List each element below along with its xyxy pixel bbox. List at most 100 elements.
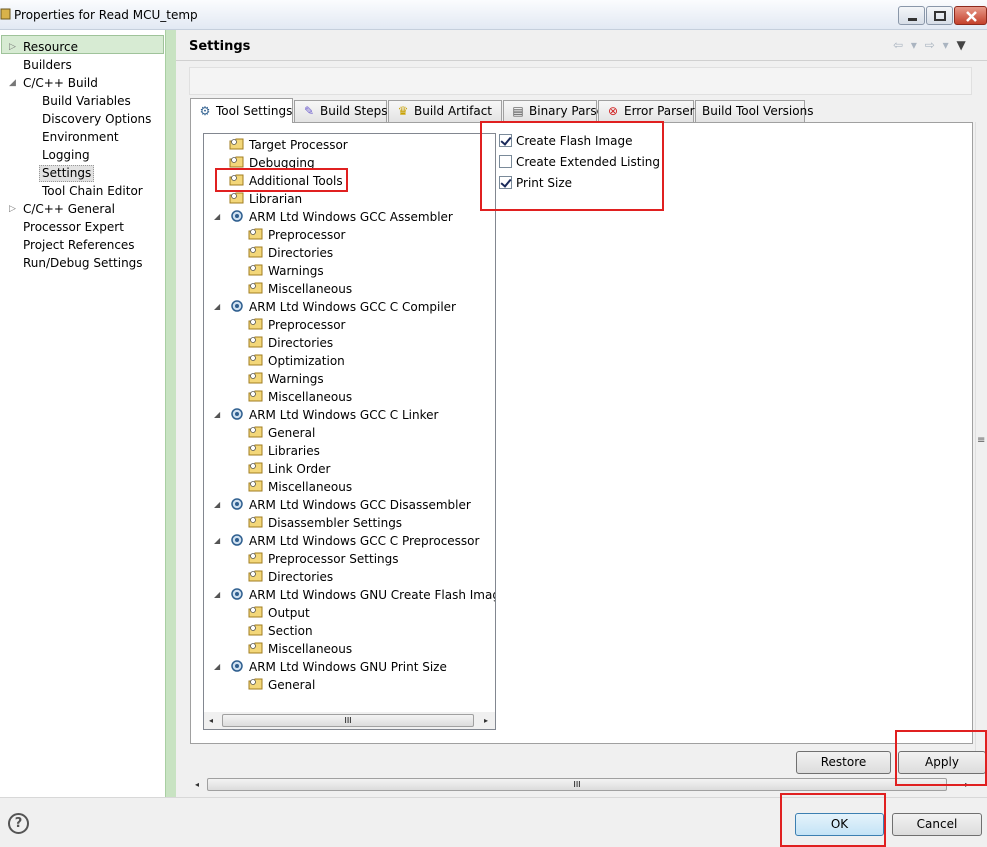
- checkbox[interactable]: [499, 176, 512, 189]
- tree-expander-icon[interactable]: ◢: [214, 532, 220, 550]
- nav-item-c-c-build[interactable]: C/C++ Build: [23, 75, 98, 92]
- tree-tool-node[interactable]: ARM Ltd Windows GCC Assembler: [229, 208, 453, 226]
- nav-item-run-debug-settings[interactable]: Run/Debug Settings: [23, 255, 143, 272]
- close-button[interactable]: [954, 6, 987, 25]
- page-horizontal-scrollbar[interactable]: ◂ III ▸: [190, 776, 975, 793]
- nav-item-c-c-general[interactable]: C/C++ General: [23, 201, 115, 218]
- page-title: Settings: [189, 39, 251, 54]
- tab-binary-parsers[interactable]: ▤ Binary Parsers: [503, 100, 615, 122]
- tree-node-label: Link Order: [268, 462, 331, 476]
- nav-item-tool-chain-editor[interactable]: Tool Chain Editor: [42, 183, 143, 200]
- tree-option-category[interactable]: Warnings: [248, 262, 324, 280]
- page-vertical-scrollbar[interactable]: ≡ ▾: [975, 122, 987, 772]
- tree-option-category[interactable]: Section: [248, 622, 313, 640]
- tree-horizontal-scrollbar[interactable]: ◂ III ▸: [204, 712, 495, 729]
- nav-item-settings[interactable]: Settings: [39, 165, 95, 182]
- tree-option-category[interactable]: General: [248, 424, 315, 442]
- forward-dropdown-icon[interactable]: ▾: [943, 38, 951, 52]
- option-create-extended-listing[interactable]: Create Extended Listing: [499, 152, 660, 172]
- folder-gear-icon: [248, 480, 263, 492]
- tab-tool-settings[interactable]: ⚙ Tool Settings: [190, 98, 293, 123]
- checkbox[interactable]: [499, 155, 512, 168]
- view-menu-icon[interactable]: ▼: [957, 38, 968, 52]
- tree-option-category[interactable]: Libraries: [248, 442, 320, 460]
- maximize-button[interactable]: [926, 6, 953, 25]
- tree-option-category[interactable]: Warnings: [248, 370, 324, 388]
- tree-option-category[interactable]: General: [248, 676, 315, 694]
- tree-option-category[interactable]: Miscellaneous: [248, 388, 352, 406]
- tree-node-label: Additional Tools: [249, 174, 343, 188]
- tab-build-tool-versions[interactable]: Build Tool Versions: [695, 100, 813, 122]
- tree-option-category[interactable]: Preprocessor: [248, 226, 345, 244]
- nav-item-builders[interactable]: Builders: [23, 57, 72, 74]
- tree-tool-node[interactable]: ARM Ltd Windows GCC Disassembler: [229, 496, 471, 514]
- tree-option-category[interactable]: Output: [248, 604, 310, 622]
- tree-tool-node[interactable]: ARM Ltd Windows GNU Create Flash Image: [229, 586, 495, 604]
- page-scroll-left-arrow-icon[interactable]: ◂: [190, 776, 204, 793]
- folder-gear-icon: [248, 246, 263, 258]
- cancel-button[interactable]: Cancel: [892, 813, 982, 836]
- tree-option-category[interactable]: Miscellaneous: [248, 640, 352, 658]
- scroll-right-arrow-icon[interactable]: ▸: [479, 712, 493, 729]
- tree-node-label: Librarian: [249, 192, 303, 206]
- tree-expander-icon[interactable]: ◢: [214, 406, 220, 424]
- scroll-left-arrow-icon[interactable]: ◂: [204, 712, 218, 729]
- tree-option-category[interactable]: Preprocessor: [248, 316, 345, 334]
- steps-icon: ✎: [303, 104, 315, 118]
- scroll-thumb[interactable]: III: [222, 714, 474, 727]
- tree-expander-icon[interactable]: ◢: [214, 298, 220, 316]
- tree-option-category[interactable]: Miscellaneous: [248, 280, 352, 298]
- checkbox-label: Print Size: [516, 176, 573, 190]
- tree-option-category[interactable]: Directories: [248, 244, 333, 262]
- nav-item-project-references[interactable]: Project References: [23, 237, 135, 254]
- tree-option-category[interactable]: Link Order: [248, 460, 331, 478]
- nav-item-build-variables[interactable]: Build Variables: [42, 93, 131, 110]
- tab-build-artifact[interactable]: ♛ Build Artifact: [388, 100, 502, 122]
- tree-tool-node[interactable]: ARM Ltd Windows GCC C Compiler: [229, 298, 456, 316]
- restore-defaults-button[interactable]: Restore Defaults: [796, 751, 891, 790]
- page-scroll-thumb[interactable]: III: [207, 778, 947, 791]
- tree-node-label: ARM Ltd Windows GNU Print Size: [249, 660, 447, 674]
- tree-option-category[interactable]: Directories: [248, 568, 333, 586]
- sash-divider[interactable]: [165, 30, 176, 797]
- nav-item-discovery-options[interactable]: Discovery Options: [42, 111, 151, 128]
- tab-error-parsers[interactable]: ⊗ Error Parsers: [598, 100, 701, 122]
- tree-option-category[interactable]: Librarian: [229, 190, 302, 208]
- apply-button[interactable]: Apply: [898, 751, 986, 774]
- tree-expander-icon[interactable]: ◢: [9, 75, 16, 92]
- page-scroll-right-arrow-icon[interactable]: ▸: [960, 776, 974, 793]
- option-print-size[interactable]: Print Size: [499, 173, 572, 193]
- tree-option-category[interactable]: Disassembler Settings: [248, 514, 402, 532]
- ok-button[interactable]: OK: [795, 813, 884, 836]
- tree-expander-icon[interactable]: ◢: [214, 496, 220, 514]
- tree-expander-icon[interactable]: ◢: [214, 208, 220, 226]
- nav-item-processor-expert[interactable]: Processor Expert: [23, 219, 124, 236]
- scroll-grip-icon[interactable]: ≡: [977, 435, 985, 446]
- tree-tool-node[interactable]: ARM Ltd Windows GCC C Preprocessor: [229, 532, 479, 550]
- minimize-button[interactable]: [898, 6, 925, 25]
- tree-option-category[interactable]: Debugging: [229, 154, 315, 172]
- tree-tool-node[interactable]: ARM Ltd Windows GCC C Linker: [229, 406, 438, 424]
- checkbox[interactable]: [499, 134, 512, 147]
- tree-expander-icon[interactable]: ◢: [214, 658, 220, 676]
- tree-option-category[interactable]: Target Processor: [229, 136, 348, 154]
- tree-option-category[interactable]: Optimization: [248, 352, 345, 370]
- tree-expander-icon[interactable]: ▷: [9, 39, 16, 56]
- back-arrow-icon[interactable]: ⇦: [893, 38, 905, 52]
- option-create-flash-image[interactable]: Create Flash Image: [499, 131, 633, 151]
- close-icon: [966, 11, 977, 22]
- tree-option-category[interactable]: Miscellaneous: [248, 478, 352, 496]
- tree-option-category[interactable]: Directories: [248, 334, 333, 352]
- nav-item-environment[interactable]: Environment: [42, 129, 119, 146]
- forward-arrow-icon[interactable]: ⇨: [925, 38, 937, 52]
- tree-expander-icon[interactable]: ▷: [9, 201, 16, 218]
- tree-expander-icon[interactable]: ◢: [214, 586, 220, 604]
- tab-build-steps[interactable]: ✎ Build Steps: [294, 100, 388, 122]
- nav-item-logging[interactable]: Logging: [42, 147, 90, 164]
- nav-item-resource[interactable]: Resource: [23, 39, 78, 56]
- tree-option-category[interactable]: Additional Tools: [229, 172, 343, 190]
- tree-option-category[interactable]: Preprocessor Settings: [248, 550, 399, 568]
- tree-tool-node[interactable]: ARM Ltd Windows GNU Print Size: [229, 658, 447, 676]
- help-icon[interactable]: ?: [8, 813, 29, 834]
- back-dropdown-icon[interactable]: ▾: [911, 38, 919, 52]
